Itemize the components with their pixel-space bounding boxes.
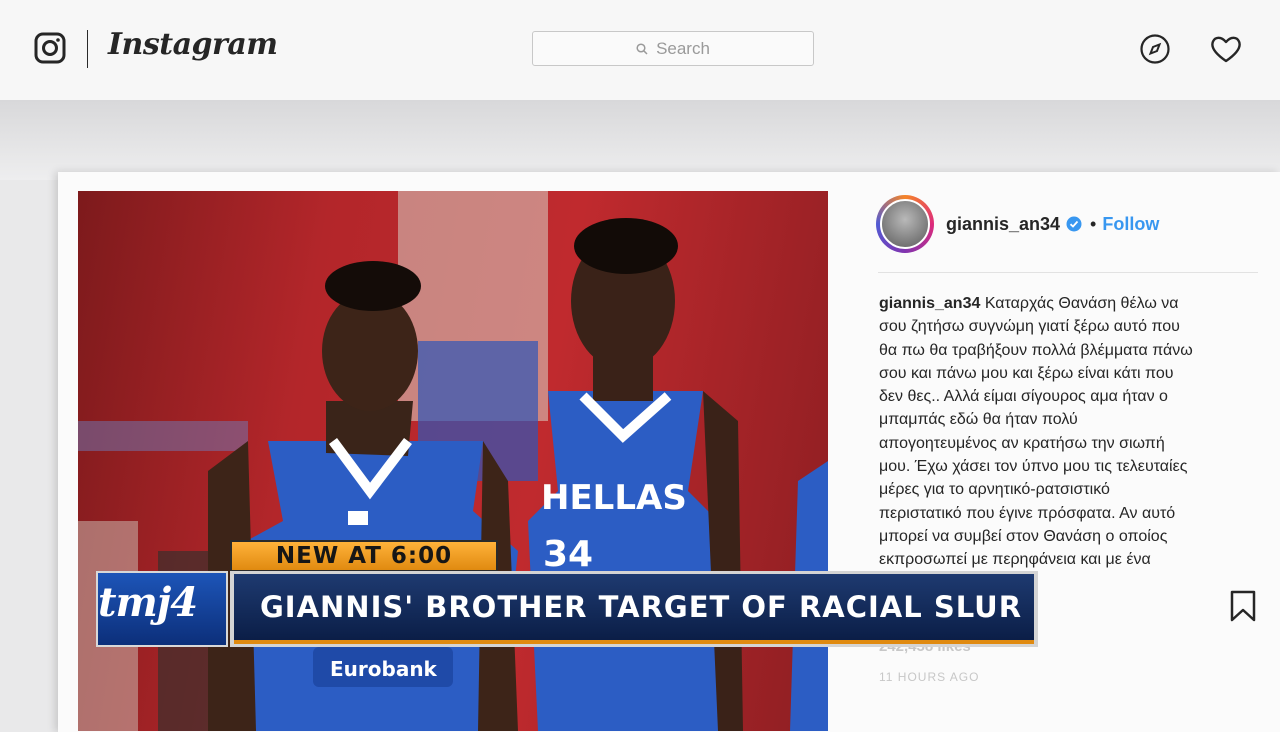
instagram-wordmark[interactable]: Instagram [108, 27, 278, 62]
caption-line: μπορεί να συμβεί στον Θανάση ο οποίος [879, 527, 1168, 545]
bookmark-icon[interactable] [1229, 590, 1257, 622]
profile-divider [878, 272, 1258, 273]
instagram-logo-icon[interactable] [34, 32, 66, 64]
caption-line: δεν θες.. Αλλά είμαι σίγουρος αμα ήταν ο [879, 388, 1168, 406]
search-placeholder: Search [656, 38, 710, 58]
header-divider [87, 30, 88, 68]
caption-line: εκπροσωπεί με περηφάνεια και με ένα [879, 551, 1151, 569]
explore-compass-icon[interactable] [1139, 33, 1171, 65]
caption-line: σου και πάνω μου και ξέρω είναι κάτι που [879, 364, 1174, 382]
avatar-image [880, 199, 930, 249]
caption-line: απογοητευμένος αν κρατήσω την σιωπή [879, 434, 1165, 452]
sponsor-text: Eurobank [330, 657, 438, 681]
caption-line: μου. Έχω χάσει τον ύπνο μου τις τελευταί… [879, 458, 1188, 476]
post-caption: giannis_an34 Καταρχάς Θανάση θέλω να σου… [879, 292, 1249, 572]
caption-line: θα πω θα τραβήξουν πολλά βλέμματα πάνω [879, 341, 1193, 359]
station-logo-text: tmj4 [98, 579, 198, 626]
jersey-number: 34 [543, 534, 593, 575]
post-author-row: giannis_an34 • Follow [876, 194, 1159, 254]
instagram-header: Instagram Search [0, 0, 1280, 100]
search-icon [636, 42, 648, 55]
verified-badge-icon [1066, 216, 1082, 232]
heart-icon[interactable] [1209, 33, 1243, 65]
separator-dot: • [1090, 213, 1097, 234]
avatar[interactable] [876, 195, 934, 253]
post-photo[interactable]: HELLAS 34 Eurobank [78, 191, 828, 731]
post-timestamp: 11 HOURS AGO [879, 670, 980, 684]
headline-banner: GIANNIS' BROTHER TARGET OF RACIAL SLUR [230, 571, 1038, 647]
background-band [0, 100, 1280, 180]
post-username[interactable]: giannis_an34 [946, 214, 1060, 235]
caption-username[interactable]: giannis_an34 [879, 295, 980, 312]
caption-line: μέρες για το αρνητικό-ρατσιστικό [879, 481, 1110, 499]
caption-line: Καταρχάς Θανάση θέλω να [984, 295, 1179, 312]
caption-line: σου ζητήσω συγνώμη γιατί ξέρω αυτό που [879, 318, 1180, 336]
jersey-text: HELLAS [541, 478, 687, 518]
follow-button[interactable]: Follow [1102, 214, 1159, 235]
headline-text: GIANNIS' BROTHER TARGET OF RACIAL SLUR [234, 574, 1034, 644]
search-input[interactable]: Search [532, 31, 814, 66]
basketball-players-photo: HELLAS 34 Eurobank [78, 191, 828, 731]
station-logo: tmj4 [96, 571, 228, 647]
new-at-tag: NEW AT 6:00 [230, 540, 498, 572]
caption-line: μπαμπάς εδώ θα ήταν πολύ [879, 411, 1078, 429]
caption-line: περιστατικό που έγινε πρόσφατα. Αν αυτό [879, 504, 1176, 522]
